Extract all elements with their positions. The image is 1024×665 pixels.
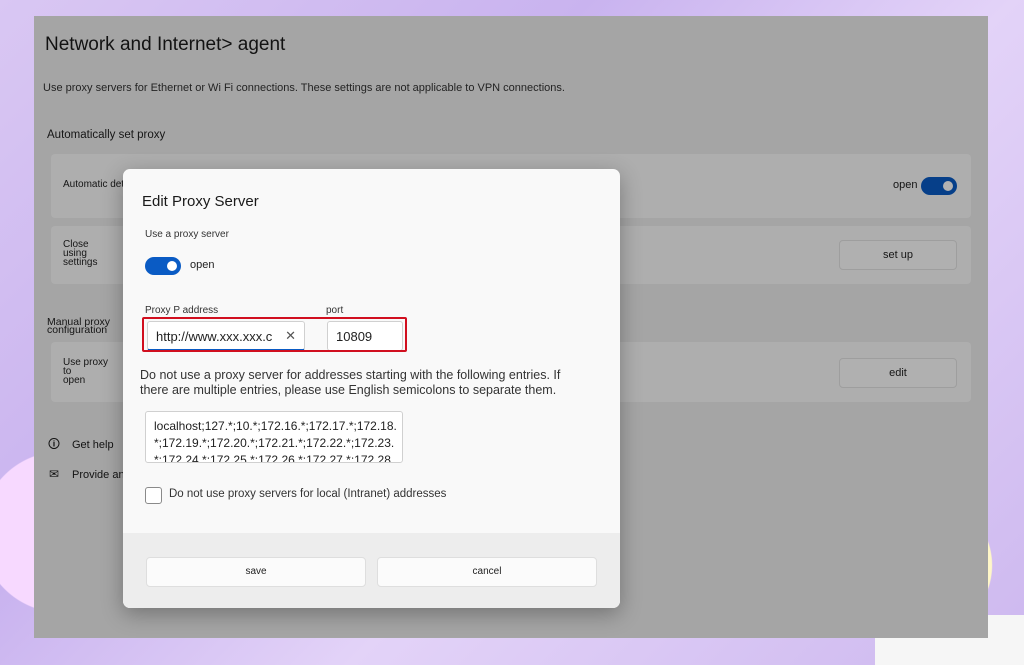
highlight-box: [142, 317, 407, 352]
exceptions-line-3: *;172.24.*;172.25.*;172.26.*;172.27.*;17…: [154, 453, 395, 463]
local-address-checkbox-label: Do not use proxy servers for local (Intr…: [169, 488, 447, 500]
dialog-footer: save cancel: [123, 533, 620, 608]
exceptions-line-1: localhost;127.*;10.*;172.16.*;172.17.*;1…: [154, 419, 397, 433]
use-proxy-server-toggle-label: open: [190, 259, 215, 271]
use-proxy-server-label: Use a proxy server: [145, 229, 229, 240]
edit-proxy-dialog: Edit Proxy Server Use a proxy server ope…: [123, 169, 620, 608]
exceptions-textarea[interactable]: localhost;127.*;10.*;172.16.*;172.17.*;1…: [145, 411, 403, 463]
cancel-button[interactable]: cancel: [377, 557, 597, 587]
use-proxy-server-toggle[interactable]: [145, 257, 181, 275]
save-button[interactable]: save: [146, 557, 366, 587]
local-address-checkbox[interactable]: [145, 487, 162, 504]
dialog-title: Edit Proxy Server: [142, 193, 259, 210]
exceptions-help-text: Do not use a proxy server for addresses …: [140, 368, 561, 397]
exceptions-line-2: *;172.19.*;172.20.*;172.21.*;172.22.*;17…: [154, 436, 395, 450]
toggle-knob: [167, 261, 177, 271]
proxy-address-label: Proxy P address: [145, 305, 219, 316]
port-label: port: [326, 305, 344, 316]
